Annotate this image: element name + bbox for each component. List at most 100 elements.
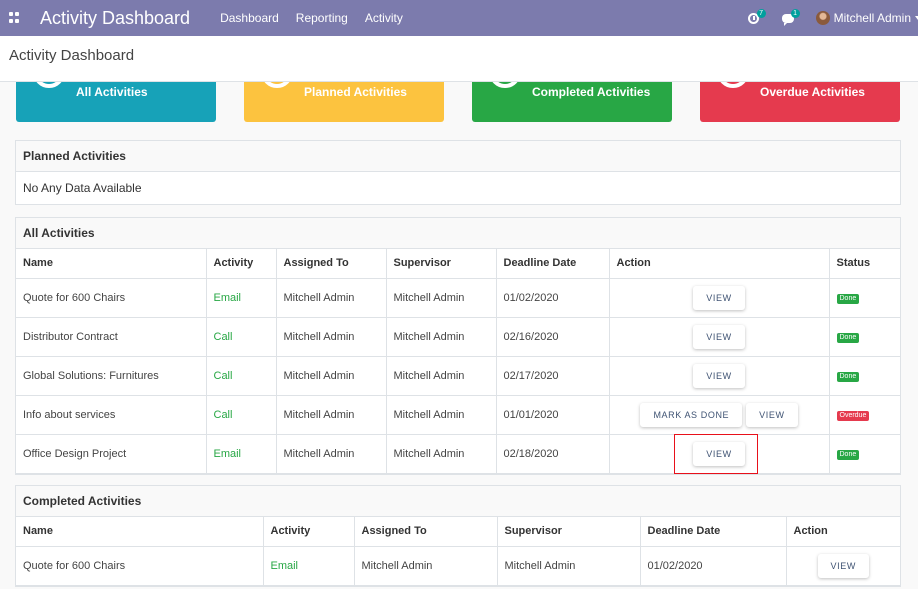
- cell-assigned: Mitchell Admin: [276, 278, 387, 318]
- cell-name: Info about services: [16, 395, 207, 435]
- view-button[interactable]: VIEW: [746, 402, 798, 427]
- cell-action: MARK AS DONE VIEW: [609, 395, 830, 435]
- card-label: Completed Activities: [532, 85, 651, 99]
- circle-icon: [33, 82, 65, 88]
- all-activities-table: Name Activity Assigned To Supervisor Dea…: [16, 249, 900, 474]
- systray: 7 1 Mitchell Admin: [747, 0, 918, 36]
- user-avatar[interactable]: [815, 11, 830, 25]
- messaging-systray-button[interactable]: 1: [781, 9, 800, 26]
- app-brand[interactable]: Activity Dashboard: [40, 8, 190, 29]
- card-planned-activities[interactable]: Planned Activities: [244, 82, 444, 122]
- user-menu-name[interactable]: Mitchell Admin: [834, 11, 911, 25]
- dashboard-content: All Activities Planned Activities Comple…: [0, 82, 918, 589]
- cell-action: VIEW: [609, 356, 830, 396]
- circle-icon: [717, 82, 749, 88]
- table-row: Office Design Project Email Mitchell Adm…: [16, 434, 900, 474]
- cell-status: Done: [829, 317, 900, 357]
- column-header: Action: [786, 517, 900, 547]
- column-header: Assigned To: [276, 249, 387, 279]
- card-label: All Activities: [76, 85, 148, 99]
- card-all-activities[interactable]: All Activities: [16, 82, 216, 122]
- column-header: Status: [829, 249, 900, 279]
- cell-status: Overdue: [829, 395, 900, 435]
- main-menu: Dashboard Reporting Activity: [220, 11, 420, 25]
- card-label: Overdue Activities: [760, 85, 865, 99]
- status-badge: Done: [836, 333, 860, 343]
- status-badge: Done: [836, 372, 860, 382]
- cell-name: Office Design Project: [16, 434, 207, 474]
- menu-item-reporting[interactable]: Reporting: [296, 11, 348, 25]
- table-row: Info about services Call Mitchell Admin …: [16, 395, 900, 435]
- card-overdue-activities[interactable]: Overdue Activities: [700, 82, 900, 122]
- column-header: Deadline Date: [496, 249, 610, 279]
- panel-title: All Activities: [16, 218, 900, 249]
- cell-assigned: Mitchell Admin: [276, 356, 387, 396]
- cell-assigned: Mitchell Admin: [276, 395, 387, 435]
- view-button[interactable]: VIEW: [817, 553, 869, 578]
- status-badge: Done: [836, 294, 860, 304]
- panel-title: Planned Activities: [16, 141, 900, 172]
- table-row: Global Solutions: Furnitures Call Mitche…: [16, 356, 900, 396]
- column-header: Deadline Date: [640, 517, 787, 547]
- cell-deadline: 01/02/2020: [496, 278, 610, 318]
- cell-activity: Email: [263, 546, 355, 586]
- mark-as-done-button[interactable]: MARK AS DONE: [640, 402, 743, 427]
- planned-activities-panel: Planned Activities No Any Data Available: [15, 140, 901, 205]
- card-completed-activities[interactable]: Completed Activities: [472, 82, 672, 122]
- cell-action: VIEW: [609, 434, 830, 474]
- status-badge: Overdue: [836, 411, 870, 421]
- activity-systray-button[interactable]: 7: [747, 9, 766, 25]
- cell-activity: Call: [206, 395, 277, 435]
- cell-action: VIEW: [609, 317, 830, 357]
- column-header: Activity: [263, 517, 355, 547]
- activity-count-badge: 7: [756, 9, 766, 18]
- cell-name: Distributor Contract: [16, 317, 207, 357]
- cell-deadline: 02/18/2020: [496, 434, 610, 474]
- cell-supervisor: Mitchell Admin: [386, 395, 497, 435]
- view-button[interactable]: VIEW: [693, 285, 745, 310]
- control-panel: Activity Dashboard: [0, 36, 918, 82]
- column-header: Supervisor: [386, 249, 497, 279]
- cell-activity: Email: [206, 434, 277, 474]
- card-label: Planned Activities: [304, 85, 407, 99]
- cell-name: Global Solutions: Furnitures: [16, 356, 207, 396]
- menu-item-dashboard[interactable]: Dashboard: [220, 11, 279, 25]
- table-header-row: Name Activity Assigned To Supervisor Dea…: [16, 517, 900, 547]
- status-badge: Done: [836, 450, 860, 460]
- panel-title: Completed Activities: [16, 486, 900, 517]
- cell-name: Quote for 600 Chairs: [16, 546, 264, 586]
- cell-supervisor: Mitchell Admin: [386, 278, 497, 318]
- table-row: Quote for 600 Chairs Email Mitchell Admi…: [16, 278, 900, 318]
- apps-menu-icon[interactable]: [9, 12, 21, 24]
- cell-assigned: Mitchell Admin: [354, 546, 498, 586]
- column-header: Name: [16, 249, 207, 279]
- empty-message: No Any Data Available: [23, 181, 142, 195]
- cell-status: Done: [829, 356, 900, 396]
- column-header: Name: [16, 517, 264, 547]
- breadcrumb: Activity Dashboard: [9, 47, 135, 64]
- circle-icon: [261, 82, 293, 88]
- column-header: Action: [609, 249, 830, 279]
- cell-deadline: 01/02/2020: [640, 546, 787, 586]
- cell-action: VIEW: [786, 546, 900, 586]
- column-header: Activity: [206, 249, 277, 279]
- cell-assigned: Mitchell Admin: [276, 317, 387, 357]
- table-row: Quote for 600 Chairs Email Mitchell Admi…: [16, 546, 900, 586]
- cell-supervisor: Mitchell Admin: [386, 356, 497, 396]
- cell-supervisor: Mitchell Admin: [497, 546, 641, 586]
- cell-deadline: 02/16/2020: [496, 317, 610, 357]
- cell-assigned: Mitchell Admin: [276, 434, 387, 474]
- cell-supervisor: Mitchell Admin: [386, 317, 497, 357]
- completed-activities-panel: Completed Activities Name Activity Assig…: [15, 485, 901, 587]
- cell-status: Done: [829, 278, 900, 318]
- cell-deadline: 01/01/2020: [496, 395, 610, 435]
- cell-supervisor: Mitchell Admin: [386, 434, 497, 474]
- top-navbar: Activity Dashboard Dashboard Reporting A…: [0, 0, 918, 36]
- table-header-row: Name Activity Assigned To Supervisor Dea…: [16, 249, 900, 279]
- view-button[interactable]: VIEW: [693, 324, 745, 349]
- view-button[interactable]: VIEW: [693, 363, 745, 388]
- view-button[interactable]: VIEW: [693, 441, 745, 466]
- menu-item-activity[interactable]: Activity: [365, 11, 403, 25]
- cell-status: Done: [829, 434, 900, 474]
- cell-action: VIEW: [609, 278, 830, 318]
